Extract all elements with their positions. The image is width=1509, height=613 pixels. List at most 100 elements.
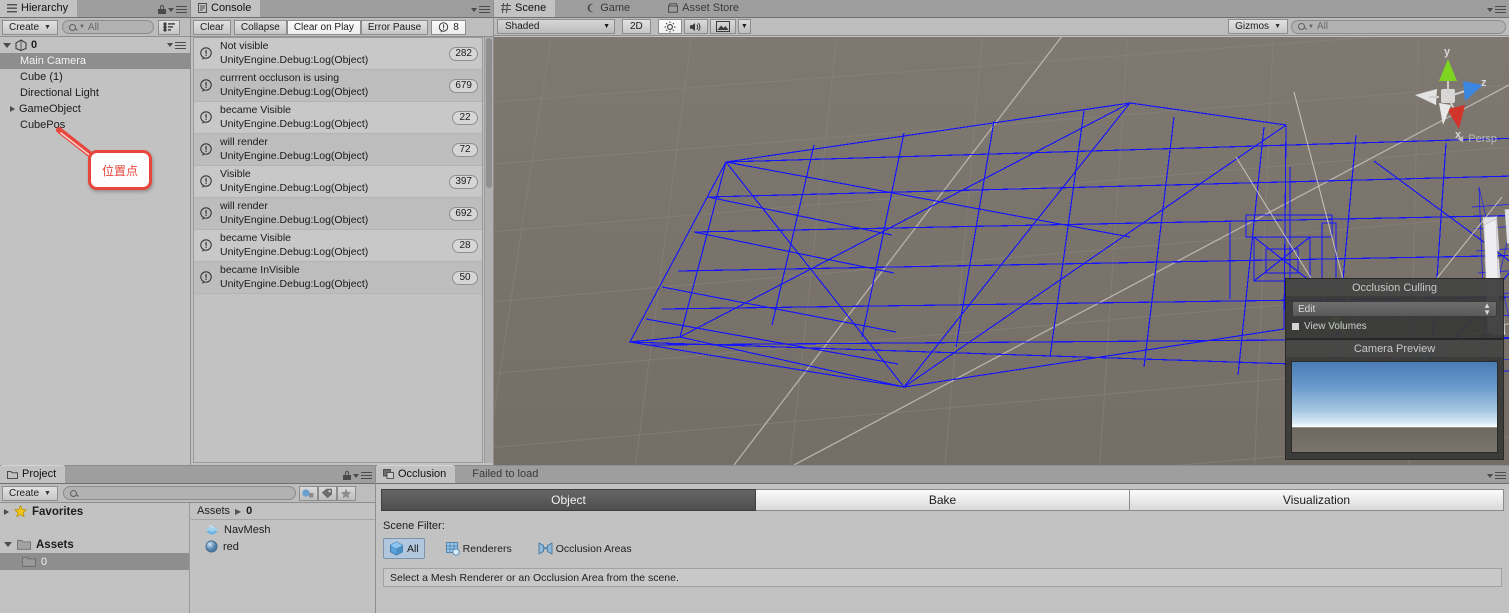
project-create-button[interactable]: Create ▼ [2, 485, 58, 501]
occlusion-scene-filters: All Renderers Occlusion Areas [383, 538, 1509, 559]
hierarchy-item-directional-light[interactable]: Directional Light [0, 85, 190, 101]
project-asset-item-red[interactable]: red [191, 538, 375, 555]
tab-project[interactable]: Project [0, 465, 66, 483]
console-log-row[interactable]: became InVisible UnityEngine.Debug:Log(O… [194, 262, 482, 294]
gizmo-axis-y-label[interactable]: y [1444, 46, 1450, 58]
store-icon [668, 3, 679, 13]
view-volumes-toggle[interactable]: View Volumes [1292, 321, 1497, 332]
scene-lighting-toggle[interactable] [657, 19, 682, 34]
menu-icon[interactable] [176, 5, 187, 14]
hierarchy-item-cubepos[interactable]: CubePos [0, 117, 190, 133]
hierarchy-item-gameobject[interactable]: GameObject [0, 101, 190, 117]
tab-failed-to-load[interactable]: Failed to load [465, 465, 547, 483]
scene-gizmos-button[interactable]: Gizmos ▼ [1228, 19, 1288, 34]
filter-all-button[interactable]: All [383, 538, 425, 559]
chevron-right-icon[interactable] [10, 106, 15, 112]
scene-audio-toggle[interactable] [683, 19, 708, 34]
scene-viewport[interactable]: y z x ◄ Persp 相机. Occlusion Culling Edit… [494, 37, 1509, 465]
menu-icon[interactable] [1495, 471, 1506, 480]
occlusion-tab-object[interactable]: Object [381, 489, 756, 511]
project-tree-item-favorites[interactable]: Favorites [0, 503, 189, 520]
filter-renderers-button[interactable]: Renderers [439, 538, 518, 559]
chevron-down-icon[interactable] [4, 542, 12, 547]
menu-icon[interactable] [479, 5, 490, 14]
tab-scene-label: Scene [515, 2, 547, 14]
hierarchy-item-main-camera[interactable]: Main Camera [0, 53, 190, 69]
console-log-row[interactable]: Not visible UnityEngine.Debug:Log(Object… [194, 38, 482, 70]
hierarchy-scene-row[interactable]: 0 [0, 37, 190, 53]
hierarchy-tab-menu[interactable] [158, 5, 187, 14]
console-log-row[interactable]: will render UnityEngine.Debug:Log(Object… [194, 134, 482, 166]
console-log-message: became Visible [220, 103, 292, 116]
project-favorites-button[interactable] [336, 485, 356, 501]
console-scrollbar-thumb[interactable] [486, 38, 492, 188]
tab-game[interactable]: Game [579, 0, 639, 17]
chevron-down-icon: ▼ [78, 24, 85, 30]
scene-draw-mode-dropdown[interactable]: Shaded ▼ [497, 19, 615, 34]
tab-hierarchy[interactable]: Hierarchy [0, 0, 78, 17]
console-log-row[interactable]: became Visible UnityEngine.Debug:Log(Obj… [194, 230, 482, 262]
tab-asset-store[interactable]: Asset Store [661, 0, 748, 17]
folder-icon [17, 539, 31, 550]
tab-occlusion[interactable]: Occlusion [376, 465, 456, 483]
project-panel: Project Create ▼ Favorites Assets 0 Asse… [0, 465, 375, 613]
menu-icon[interactable] [175, 41, 186, 50]
camera-preview-overlay: Camera Preview [1285, 339, 1504, 460]
hierarchy-item-cube-1[interactable]: Cube (1) [0, 69, 190, 85]
console-log-row[interactable]: will render UnityEngine.Debug:Log(Object… [194, 198, 482, 230]
gizmo-axis-z-label[interactable]: z [1481, 77, 1487, 89]
chevron-down-icon: ▼ [740, 23, 748, 30]
tab-console[interactable]: Console [191, 0, 261, 17]
console-error-pause-button[interactable]: Error Pause [360, 19, 429, 35]
chevron-down-icon: ▼ [44, 489, 51, 497]
lock-icon[interactable] [343, 471, 351, 480]
project-tab-menu[interactable] [343, 471, 372, 480]
occlusion-tab-menu[interactable] [1487, 471, 1506, 480]
scene-search-input[interactable]: ▼ All [1291, 19, 1506, 34]
console-log-count: 692 [449, 206, 478, 221]
checkbox-icon[interactable] [1292, 323, 1299, 330]
hierarchy-scene-menu[interactable] [167, 41, 186, 50]
gamepad-icon [586, 3, 596, 13]
occlusion-tab-visualization[interactable]: Visualization [1130, 489, 1504, 511]
console-scrollbar[interactable] [484, 37, 493, 463]
scene-projection-label[interactable]: ◄ Persp [1455, 133, 1497, 145]
project-asset-item-navmesh[interactable]: NavMesh [191, 521, 375, 538]
project-tree-item-0[interactable]: 0 [0, 553, 189, 570]
console-info-filter-button[interactable]: 8 [431, 19, 466, 35]
console-clear-on-play-button[interactable]: Clear on Play [286, 19, 361, 35]
tab-scene[interactable]: Scene [494, 0, 556, 17]
lock-icon[interactable] [158, 5, 166, 14]
hierarchy-scene-name: 0 [31, 39, 38, 51]
project-breadcrumb[interactable]: Assets ▶ 0 [191, 503, 375, 520]
console-log-stack: UnityEngine.Debug:Log(Object) [220, 149, 369, 162]
chevron-down-icon[interactable] [3, 42, 11, 48]
project-search-input[interactable] [62, 486, 296, 500]
scene-2d-toggle[interactable]: 2D [622, 19, 651, 34]
occlusion-culling-overlay: Occlusion Culling Edit ▲ ▼ View Volumes [1285, 278, 1504, 339]
filter-occlusion-areas-button[interactable]: Occlusion Areas [532, 538, 638, 559]
hierarchy-create-button[interactable]: Create ▼ [2, 19, 58, 35]
project-filter-by-label-button[interactable] [317, 485, 337, 501]
cube-icon [389, 541, 404, 556]
occlusion-tab-bake[interactable]: Bake [756, 489, 1130, 511]
console-log-row[interactable]: currrent occluson is using UnityEngine.D… [194, 70, 482, 102]
breadcrumb-root[interactable]: Assets [197, 505, 230, 517]
chevron-right-icon[interactable] [4, 508, 9, 515]
menu-icon[interactable] [361, 471, 372, 480]
project-filter-by-type-button[interactable] [298, 485, 318, 501]
menu-icon[interactable] [1495, 5, 1506, 14]
scene-effects-toggle[interactable] [709, 19, 736, 34]
console-log-row[interactable]: Visible UnityEngine.Debug:Log(Object) 39… [194, 166, 482, 198]
occlusion-culling-mode-dropdown[interactable]: Edit ▲ ▼ [1292, 301, 1497, 317]
console-log-row[interactable]: became Visible UnityEngine.Debug:Log(Obj… [194, 102, 482, 134]
hierarchy-sort-button[interactable] [157, 19, 180, 35]
console-tab-menu[interactable] [471, 5, 490, 14]
scene-tab-menu[interactable] [1487, 5, 1506, 14]
info-icon [199, 206, 214, 221]
console-collapse-button[interactable]: Collapse [233, 19, 287, 35]
project-tree-item-assets[interactable]: Assets [0, 536, 189, 553]
console-clear-button[interactable]: Clear [193, 19, 231, 35]
hierarchy-search-input[interactable]: ▼ All [61, 20, 154, 34]
scene-effects-dropdown[interactable]: ▼ [737, 19, 751, 34]
